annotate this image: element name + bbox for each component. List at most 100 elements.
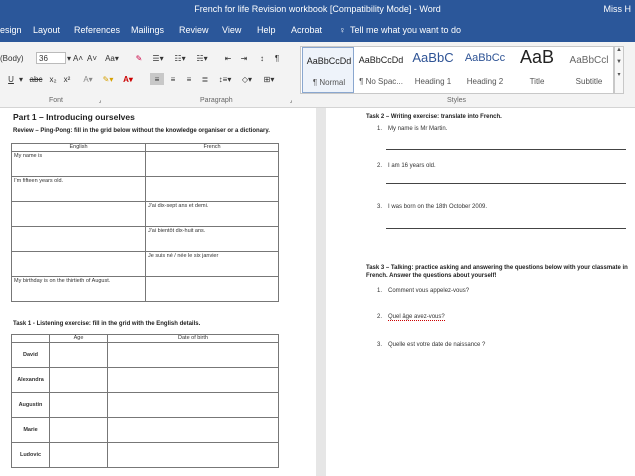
grow-font-icon[interactable]: A˄ <box>72 52 84 64</box>
french-cell[interactable]: Je suis né / née le six janvier <box>145 251 279 277</box>
translate-item: My name is Mr Martin. <box>388 126 448 132</box>
lightbulb-icon: ♀ <box>339 25 346 35</box>
english-cell[interactable] <box>11 226 146 252</box>
table-row[interactable]: Augustin <box>11 392 279 418</box>
multilevel-list-icon[interactable]: ☵▾ <box>194 52 210 64</box>
tab-acrobat[interactable]: Acrobat <box>291 25 322 35</box>
french-cell[interactable] <box>145 176 279 202</box>
change-case-icon[interactable]: Aa▾ <box>103 52 121 64</box>
french-cell[interactable] <box>145 151 279 177</box>
chevron-down-icon[interactable]: ▾ <box>18 73 24 85</box>
table-row[interactable]: J'ai dix-sept ans et demi. <box>11 201 279 227</box>
increase-indent-icon[interactable]: ⇥ <box>238 52 250 64</box>
style-title[interactable]: AaB Title <box>511 47 563 93</box>
table-row[interactable]: I'm fifteen years old. <box>11 176 279 202</box>
font-name-box[interactable]: (Body) <box>0 52 30 64</box>
ping-pong-table: English French My name is I'm fifteen yea… <box>11 143 279 302</box>
col-english: English <box>11 143 146 152</box>
style-subtitle[interactable]: AaBbCcl Subtitle <box>563 47 615 93</box>
decrease-indent-icon[interactable]: ⇤ <box>222 52 234 64</box>
english-cell[interactable] <box>11 251 146 277</box>
tab-mailings[interactable]: Mailings <box>131 25 164 35</box>
french-cell[interactable] <box>145 276 279 302</box>
col-dob: Date of birth <box>107 334 279 343</box>
table-row[interactable]: My name is <box>11 151 279 177</box>
text-effects-icon[interactable]: A▾ <box>80 73 96 85</box>
style-normal[interactable]: AaBbCcDd ¶ Normal <box>302 47 354 93</box>
table-row[interactable]: Marie <box>11 417 279 443</box>
english-cell[interactable]: I'm fifteen years old. <box>11 176 146 202</box>
line-spacing-icon[interactable]: ↕≡▾ <box>216 73 234 85</box>
age-cell[interactable] <box>49 417 108 443</box>
align-right-icon[interactable]: ≡ <box>182 73 196 85</box>
justify-icon[interactable]: ≣ <box>198 73 212 85</box>
table-row[interactable]: My birthday is on the thirtieth of Augus… <box>11 276 279 302</box>
document-page-2[interactable]: Task 2 – Writing exercise: translate int… <box>326 108 635 476</box>
tell-me-search[interactable]: Tell me what you want to do <box>350 25 461 35</box>
paragraph-dialog-launcher-icon[interactable]: ⌟ <box>287 96 295 104</box>
page-heading: Part 1 – Introducing ourselves <box>13 112 135 122</box>
styles-scroll[interactable]: ▲ ▼ ▾ <box>614 46 624 94</box>
dob-cell[interactable] <box>107 392 279 418</box>
age-cell[interactable] <box>49 342 108 368</box>
window-title: French for life Revision workbook [Compa… <box>194 4 441 14</box>
styles-gallery: AaBbCcDd ¶ Normal AaBbCcDd ¶ No Spac... Aa… <box>300 46 614 94</box>
dob-cell[interactable] <box>107 417 279 443</box>
pilcrow-icon[interactable]: ¶ <box>271 52 283 64</box>
user-name[interactable]: Miss H <box>604 4 632 14</box>
shrink-font-icon[interactable]: A˅ <box>86 52 98 64</box>
english-cell[interactable]: My name is <box>11 151 146 177</box>
age-cell[interactable] <box>49 392 108 418</box>
french-cell[interactable]: J'ai bientôt dix-huit ans. <box>145 226 279 252</box>
shading-icon[interactable]: ◇▾ <box>238 73 256 85</box>
align-center-icon[interactable]: ≡ <box>166 73 180 85</box>
clear-format-icon[interactable]: ✎ <box>133 52 145 64</box>
name-cell: David <box>11 342 50 368</box>
english-cell[interactable] <box>11 201 146 227</box>
answer-line[interactable] <box>386 183 626 184</box>
borders-icon[interactable]: ⊞▾ <box>260 73 278 85</box>
chevron-down-icon[interactable]: ▼ <box>615 59 623 65</box>
tab-design[interactable]: esign <box>0 25 22 35</box>
sort-icon[interactable]: ↕ <box>256 52 268 64</box>
name-cell: Ludovic <box>11 442 50 468</box>
more-icon[interactable]: ▾ <box>615 71 623 78</box>
tab-help[interactable]: Help <box>257 25 276 35</box>
font-size-box[interactable]: 36 <box>36 52 66 64</box>
table-row[interactable]: Je suis né / née le six janvier <box>11 251 279 277</box>
superscript-icon[interactable]: x² <box>61 73 73 85</box>
font-color-icon[interactable]: A▾ <box>120 73 136 85</box>
french-cell[interactable]: J'ai dix-sept ans et demi. <box>145 201 279 227</box>
translate-item: I am 16 years old. <box>388 163 436 169</box>
table-row[interactable]: Ludovic <box>11 442 279 468</box>
document-page-1[interactable]: Part 1 – Introducing ourselves Review – … <box>0 108 316 476</box>
dob-cell[interactable] <box>107 442 279 468</box>
dob-cell[interactable] <box>107 342 279 368</box>
style-heading-1[interactable]: AaBbC Heading 1 <box>407 47 459 93</box>
dob-cell[interactable] <box>107 367 279 393</box>
highlight-icon[interactable]: ✎▾ <box>100 73 116 85</box>
table-row[interactable]: Alexandra <box>11 367 279 393</box>
table-row[interactable]: David <box>11 342 279 368</box>
strikethrough-icon[interactable]: abc <box>28 73 44 85</box>
english-cell[interactable]: My birthday is on the thirtieth of Augus… <box>11 276 146 302</box>
answer-line[interactable] <box>386 228 626 229</box>
style-heading-2[interactable]: AaBbCc Heading 2 <box>459 47 511 93</box>
underline-icon[interactable]: U <box>6 73 16 85</box>
tab-layout[interactable]: Layout <box>33 25 60 35</box>
font-dialog-launcher-icon[interactable]: ⌟ <box>96 96 104 104</box>
align-left-icon[interactable]: ≡ <box>150 73 164 85</box>
answer-line[interactable] <box>386 149 626 150</box>
table-row[interactable]: J'ai bientôt dix-huit ans. <box>11 226 279 252</box>
tab-review[interactable]: Review <box>179 25 209 35</box>
list-number: 3. <box>377 204 383 210</box>
subscript-icon[interactable]: x₂ <box>47 73 59 85</box>
numbering-icon[interactable]: ☷▾ <box>172 52 188 64</box>
tab-references[interactable]: References <box>74 25 120 35</box>
age-cell[interactable] <box>49 442 108 468</box>
tab-view[interactable]: View <box>222 25 241 35</box>
bullets-icon[interactable]: ☰▾ <box>150 52 166 64</box>
style-no-spacing[interactable]: AaBbCcDd ¶ No Spac... <box>355 47 407 93</box>
chevron-up-icon[interactable]: ▲ <box>615 47 623 53</box>
age-cell[interactable] <box>49 367 108 393</box>
